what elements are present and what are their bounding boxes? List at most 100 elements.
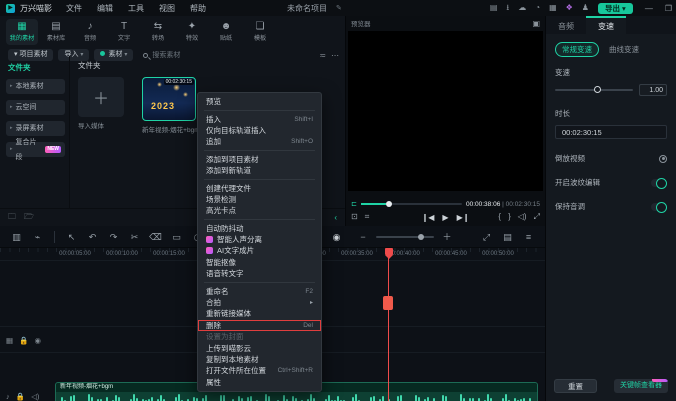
store-cart-icon[interactable]: ❖	[566, 4, 573, 12]
edit-title-icon[interactable]: ✎	[336, 4, 342, 12]
record-icon[interactable]: ◉	[326, 226, 347, 248]
export-button[interactable]: 导出 ▾	[597, 2, 633, 14]
menu-item-16[interactable]: 智能抠像	[198, 257, 321, 268]
menu-item-13[interactable]: 自动防抖动	[198, 223, 321, 234]
video-track-icon[interactable]: ▦	[6, 336, 13, 345]
menubar-item-4[interactable]: 帮助	[190, 3, 206, 14]
sidebar-item-3[interactable]: ▸ 复合片段 NEW	[6, 139, 65, 161]
menu-item-14[interactable]: 智能人声分离	[198, 234, 321, 245]
tab-特效[interactable]: ✦ 特效	[176, 19, 208, 45]
speaker-icon[interactable]: ◁)	[31, 392, 39, 401]
pointer-icon[interactable]: ↖	[61, 226, 82, 248]
mark-range-icon[interactable]: ⊏	[351, 200, 357, 208]
versions-icon[interactable]: ▦	[549, 4, 557, 12]
lock-icon[interactable]: 🔒	[19, 336, 28, 345]
mark-out-icon[interactable]: }	[508, 212, 511, 222]
redo-icon[interactable]: ↷	[103, 226, 124, 248]
playhead[interactable]	[383, 248, 393, 401]
uniform-speed-tab[interactable]: 常规变速	[555, 42, 599, 57]
zoom-in-icon[interactable]: ＋	[439, 226, 455, 248]
volume-icon[interactable]: ◁)	[518, 212, 527, 222]
menu-item-21[interactable]: 重新链接媒体	[198, 308, 321, 319]
menu-item-22[interactable]: 删除 Del	[198, 319, 321, 332]
menu-item-15[interactable]: AI文字成片	[198, 245, 321, 256]
sidebar-item-1[interactable]: ▸ 云空间	[6, 100, 65, 115]
menubar-item-3[interactable]: 视图	[159, 3, 175, 14]
speed-slider[interactable]	[555, 86, 633, 93]
curve-speed-tab[interactable]: 曲线变速	[609, 44, 639, 55]
marker-add-icon[interactable]: ⌗	[365, 212, 370, 222]
play-icon[interactable]: ▶	[442, 213, 448, 222]
panel-layout-icon[interactable]: ▣	[532, 19, 540, 28]
snap-icon[interactable]: ⌁	[27, 226, 48, 248]
menubar-item-2[interactable]: 工具	[128, 3, 144, 14]
tab-文字[interactable]: T 文字	[108, 19, 140, 45]
video-viewport[interactable]	[348, 31, 543, 191]
keyframe-viewer-button[interactable]: 关键帧查看器 NEW	[614, 379, 668, 393]
undo-icon[interactable]: ↶	[82, 226, 103, 248]
menu-item-17[interactable]: 语音转文字	[198, 268, 321, 279]
delete-folder-icon[interactable]: 🗁	[24, 211, 34, 225]
delete-icon[interactable]: ⌫	[145, 226, 166, 248]
timeline-zoom-slider[interactable]	[376, 233, 434, 240]
save-icon[interactable]: ⭳	[506, 4, 509, 12]
menu-item-11[interactable]: 高光卡点	[198, 205, 321, 216]
collapse-panel-icon[interactable]: ‹	[334, 213, 337, 222]
tab-转场[interactable]: ⇆ 转场	[142, 19, 174, 45]
previous-frame-icon[interactable]: ❙◀	[422, 213, 435, 222]
tab-模板[interactable]: ❏ 模板	[244, 19, 276, 45]
menu-item-26[interactable]: 打开文件所在位置 Ctrl+Shift+R	[198, 365, 321, 376]
menubar-item-0[interactable]: 文件	[66, 3, 82, 14]
fit-timeline-icon[interactable]: ⤢	[476, 226, 497, 248]
new-folder-icon[interactable]: 🗀	[8, 211, 16, 225]
lock-icon[interactable]: 🔒	[16, 392, 25, 401]
snapshot-icon[interactable]: ⊡	[351, 212, 358, 222]
menu-item-4[interactable]: 追加 Shift+O	[198, 136, 321, 147]
next-frame-icon[interactable]: ▶❙	[457, 213, 470, 222]
tab-贴纸[interactable]: ☻ 贴纸	[210, 19, 242, 45]
tab-我的素材[interactable]: ▦ 我的素材	[6, 19, 38, 45]
media-clip-thumbnail[interactable]: 2023 00:02:30:15	[142, 77, 196, 121]
restore-button[interactable]: ❐	[665, 4, 672, 13]
menu-item-10[interactable]: 场景检测	[198, 194, 321, 205]
speed-value[interactable]: 1.00	[639, 84, 667, 96]
menu-item-24[interactable]: 上传到喵影云	[198, 342, 321, 353]
mark-in-icon[interactable]: {	[498, 212, 501, 222]
menu-item-19[interactable]: 重命名 F2	[198, 285, 321, 296]
menu-item-7[interactable]: 添加到新轨道	[198, 165, 321, 176]
preview-seekbar[interactable]	[360, 201, 462, 207]
track-manager-icon[interactable]: ≡	[518, 226, 539, 248]
menu-item-6[interactable]: 添加到项目素材	[198, 154, 321, 165]
media-bin-icon[interactable]: ▥	[6, 226, 27, 248]
eye-icon[interactable]: ◉	[34, 336, 41, 345]
notification-icon[interactable]: ◔	[535, 4, 540, 12]
crop-icon[interactable]: ▭	[166, 226, 187, 248]
sidebar-item-0[interactable]: ▸ 本地素材	[6, 79, 65, 94]
menu-item-27[interactable]: 属性	[198, 377, 321, 388]
user-icon[interactable]: ♟	[582, 4, 589, 12]
track-layout-icon[interactable]: ▤	[497, 226, 518, 248]
cloud-icon[interactable]: ☁	[518, 4, 526, 12]
radio-control[interactable]	[659, 154, 667, 163]
toggle-control[interactable]	[651, 202, 667, 213]
tab-素材库[interactable]: ▤ 素材库	[40, 19, 72, 45]
split-icon[interactable]: ✂	[124, 226, 145, 248]
layout-icon[interactable]: ▤	[490, 4, 498, 12]
tab-音频[interactable]: ♪ 音频	[74, 19, 106, 45]
menu-item-3[interactable]: 仅向目标轨道插入	[198, 125, 321, 136]
menu-item-9[interactable]: 创建代理文件	[198, 182, 321, 193]
minimize-button[interactable]: —	[645, 4, 653, 13]
toggle-control[interactable]	[651, 178, 667, 189]
playhead-handle-icon[interactable]	[384, 248, 393, 259]
menu-item-20[interactable]: 合拍 ▸	[198, 297, 321, 308]
menu-item-2[interactable]: 插入 Shift+I	[198, 113, 321, 124]
properties-tab-音频[interactable]: 音频	[546, 16, 586, 34]
menu-item-0[interactable]: 预览	[198, 96, 321, 107]
fullscreen-icon[interactable]: ⤢	[534, 212, 540, 222]
menu-item-25[interactable]: 复制到本地素材	[198, 354, 321, 365]
reset-button[interactable]: 重置	[554, 379, 597, 393]
menubar-item-1[interactable]: 编辑	[97, 3, 113, 14]
import-media-tile[interactable]: ＋	[78, 77, 124, 117]
zoom-out-icon[interactable]: −	[355, 226, 371, 248]
properties-tab-变速[interactable]: 变速	[586, 16, 626, 34]
